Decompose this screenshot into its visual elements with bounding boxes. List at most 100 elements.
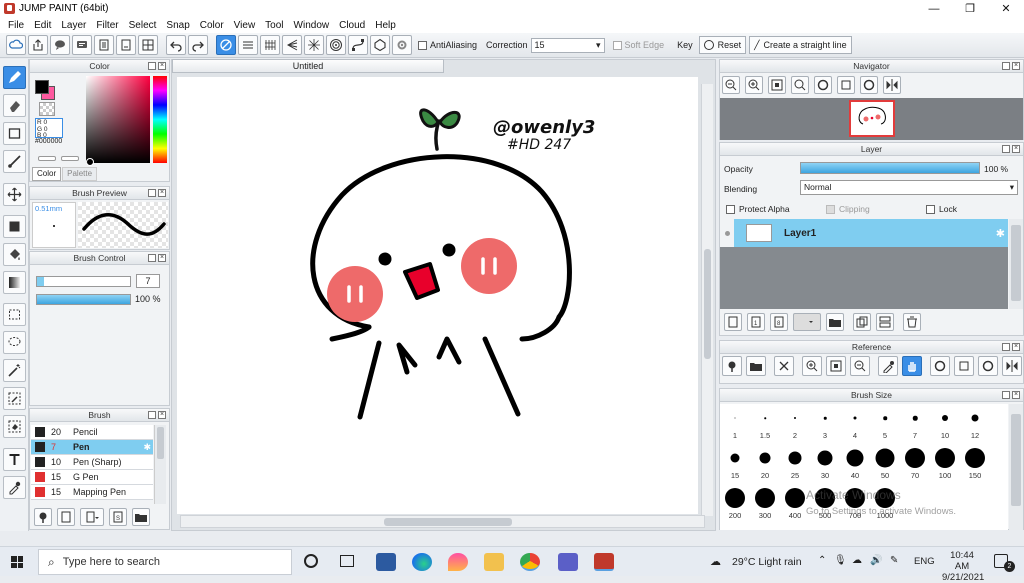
select-eraser-tool-icon[interactable] (3, 415, 26, 438)
gear-icon[interactable]: ✱ (996, 227, 1005, 240)
brush-item-pen-sharp[interactable]: 10 Pen (Sharp) (31, 455, 153, 470)
chevron-up-icon[interactable]: ⌃ (818, 555, 826, 566)
menu-filter[interactable]: Filter (91, 20, 123, 31)
brush-size-option[interactable]: 100 (930, 444, 960, 484)
color-mode-button[interactable] (38, 156, 56, 161)
panel-close-icon[interactable]: × (1012, 391, 1020, 399)
duplicate-layer-icon[interactable] (853, 313, 871, 331)
menu-color[interactable]: Color (195, 20, 229, 31)
menu-select[interactable]: Select (124, 20, 162, 31)
protect-alpha-checkbox[interactable] (726, 204, 735, 214)
rect-select-tool-icon[interactable] (3, 303, 26, 326)
brush-size-option[interactable]: 12 (960, 404, 990, 444)
grid-layout-icon[interactable] (138, 35, 158, 55)
eye-icon[interactable] (720, 219, 734, 247)
brush-size-option[interactable]: 3 (810, 404, 840, 444)
lasso-tool-icon[interactable] (3, 331, 26, 354)
cloud-sync-icon[interactable]: ☁ (852, 555, 862, 566)
redo-icon[interactable] (188, 35, 208, 55)
speech-bubble-icon[interactable] (50, 35, 70, 55)
panel-float-icon[interactable] (148, 189, 156, 197)
panel-float-icon[interactable] (1002, 391, 1010, 399)
paint-drop-icon[interactable] (448, 553, 468, 571)
brush-size-option[interactable]: 150 (960, 444, 990, 484)
gear-icon[interactable]: ✱ (143, 442, 151, 453)
weather-icon[interactable]: ☁ (710, 555, 721, 568)
chrome-icon[interactable] (520, 553, 540, 571)
blending-dropdown[interactable]: Normal ▾ (800, 180, 1018, 195)
folder-icon[interactable] (826, 313, 844, 331)
export-icon[interactable] (28, 35, 48, 55)
brush-size-option[interactable]: 1000 (870, 484, 900, 524)
microphone-icon[interactable]: 🎙 (834, 555, 847, 566)
brush-size-input[interactable]: 7 (136, 274, 160, 288)
brush-size-option[interactable]: 50 (870, 444, 900, 484)
rectangle-tool-icon[interactable] (3, 122, 26, 145)
panel-close-icon[interactable]: × (1012, 343, 1020, 351)
panel-close-icon[interactable]: × (158, 254, 166, 262)
primary-color-swatch[interactable] (35, 80, 49, 94)
menu-window[interactable]: Window (289, 20, 335, 31)
eraser-tool-icon[interactable] (3, 94, 26, 117)
clock[interactable]: 10:44 AM 9/21/2021 (942, 550, 984, 583)
parallel-snap-icon[interactable] (238, 35, 258, 55)
hue-slider[interactable] (153, 76, 167, 163)
line-tool-icon[interactable] (3, 150, 26, 173)
menu-help[interactable]: Help (370, 20, 401, 31)
navigator-preview-area[interactable] (720, 98, 1023, 140)
brush-size-option[interactable]: 20 (750, 444, 780, 484)
panel-close-icon[interactable]: × (1012, 62, 1020, 70)
teams-icon[interactable] (558, 553, 578, 571)
weather-text[interactable]: 29°C Light rain (732, 556, 802, 568)
vanishing-point-icon[interactable] (282, 35, 302, 55)
panel-float-icon[interactable] (148, 411, 156, 419)
jump-paint-taskbar-icon[interactable] (594, 553, 614, 571)
rotate-right-icon[interactable] (860, 76, 878, 94)
scrollbar-thumb[interactable] (384, 518, 512, 526)
brush-size-option[interactable]: 15 (720, 444, 750, 484)
eyedropper-tool-icon[interactable] (3, 476, 26, 499)
panel-float-icon[interactable] (1002, 145, 1010, 153)
scrollbar-thumb[interactable] (1011, 414, 1021, 506)
brush-item-pencil[interactable]: 20 Pencil (31, 425, 153, 440)
concentric-snap-icon[interactable] (326, 35, 346, 55)
cloud-icon[interactable] (6, 35, 26, 55)
actual-size-icon[interactable] (791, 76, 809, 94)
reference-eyedropper-icon[interactable] (878, 356, 898, 376)
trash-icon[interactable] (903, 313, 921, 331)
reference-fit-icon[interactable] (826, 356, 846, 376)
move-tool-icon[interactable] (3, 183, 26, 206)
menu-layer[interactable]: Layer (56, 20, 91, 31)
rotate-reset-icon[interactable] (837, 76, 855, 94)
tab-untitled[interactable]: Untitled (172, 59, 444, 73)
language-indicator[interactable]: ENG (914, 556, 935, 567)
panel-float-icon[interactable] (1002, 62, 1010, 70)
menu-file[interactable]: File (3, 20, 29, 31)
pen-tool-icon[interactable] (3, 66, 26, 89)
saturation-value-picker[interactable] (86, 76, 150, 163)
brush-size-option[interactable]: 700 (840, 484, 870, 524)
duplicate-brush-icon[interactable]: S (109, 508, 127, 526)
magic-wand-tool-icon[interactable] (3, 359, 26, 382)
maximize-button[interactable]: ❐ (952, 0, 988, 17)
drawing-canvas[interactable]: @owenly3 #HD 247 (177, 77, 698, 514)
clipping-checkbox[interactable] (826, 204, 835, 214)
zoom-in-icon[interactable] (745, 76, 763, 94)
brush-size-option[interactable]: 30 (810, 444, 840, 484)
panel-float-icon[interactable] (148, 254, 156, 262)
navigator-thumbnail[interactable] (849, 100, 895, 137)
text-bubble-icon[interactable] (72, 35, 92, 55)
panel-close-icon[interactable]: × (158, 411, 166, 419)
brush-list-scrollbar[interactable] (154, 425, 166, 504)
brush-size-option[interactable]: 10 (930, 404, 960, 444)
menu-view[interactable]: View (229, 20, 261, 31)
brush-size-option[interactable]: 70 (900, 444, 930, 484)
brush-item-mapping-pen[interactable]: 15 Mapping Pen (31, 485, 153, 500)
brush-size-option[interactable]: 4 (840, 404, 870, 444)
snap-off-icon[interactable] (216, 35, 236, 55)
volume-icon[interactable]: 🔊 (870, 555, 882, 566)
gradient-tool-icon[interactable] (3, 271, 26, 294)
rotate-left-icon[interactable] (814, 76, 832, 94)
protect-alpha-option[interactable]: Protect Alpha (726, 204, 790, 214)
tab-color[interactable]: Color (32, 167, 62, 181)
